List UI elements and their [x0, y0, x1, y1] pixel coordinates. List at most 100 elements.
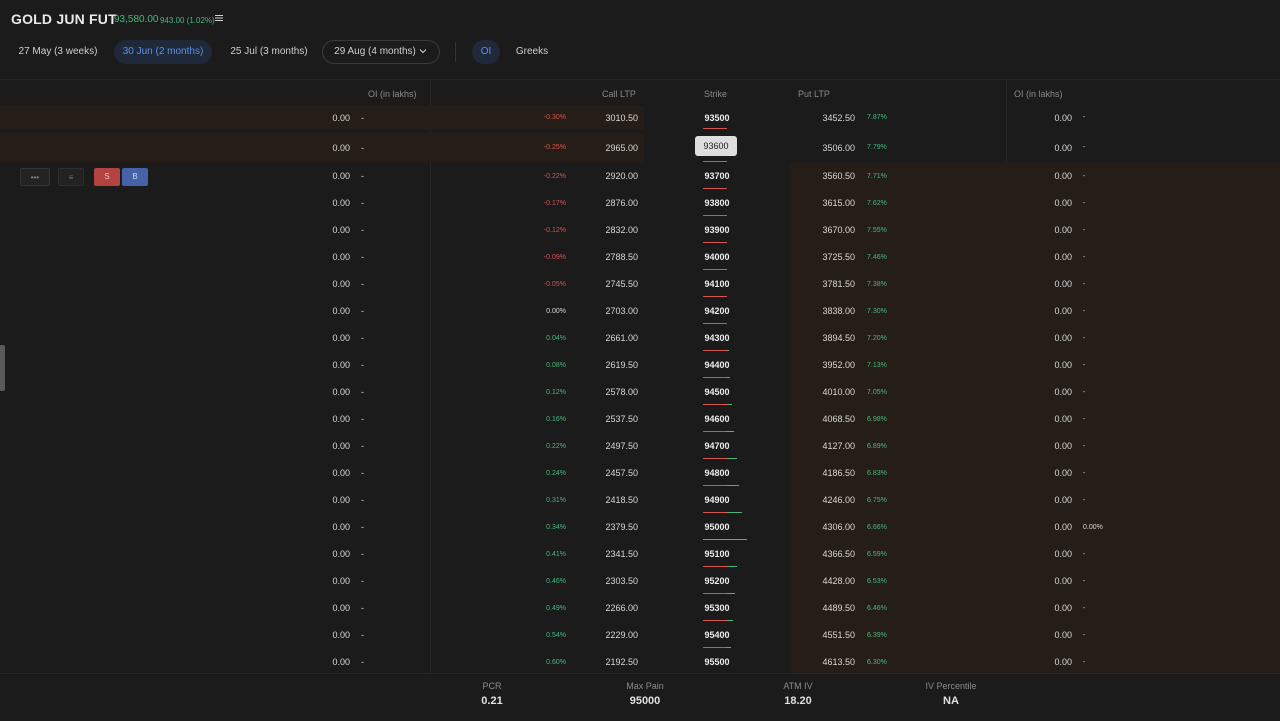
option-row[interactable]: 0.00 - 0.12% 2578.00 94500 4010.00 7.05% 0.00 - [0, 379, 1280, 406]
call-ltp[interactable]: 2457.50 [580, 460, 638, 487]
put-ltp[interactable]: 3615.00 [800, 190, 855, 217]
tab-oi[interactable]: OI [472, 40, 500, 64]
put-ltp[interactable]: 4127.00 [800, 433, 855, 460]
buy-button[interactable]: B [122, 168, 148, 186]
call-ltp[interactable]: 2303.50 [580, 568, 638, 595]
panel-resize-handle[interactable] [0, 345, 5, 391]
strike-price[interactable]: 94000 [690, 244, 744, 271]
put-ltp[interactable]: 3560.50 [800, 163, 855, 190]
put-ltp[interactable]: 4186.50 [800, 460, 855, 487]
strike-price[interactable]: 95400 [690, 622, 744, 649]
column-header-put-oi[interactable]: OI (in lakhs) [1014, 89, 1063, 99]
sell-button[interactable]: S [94, 168, 120, 186]
option-row[interactable]: 0.00 - 0.54% 2229.00 95400 4551.50 6.39% 0.00 - [0, 622, 1280, 649]
call-ltp[interactable]: 2788.50 [580, 244, 638, 271]
option-row[interactable]: 0.00 - 0.46% 2303.50 95200 4428.00 6.53% 0.00 - [0, 568, 1280, 595]
option-row[interactable]: 0.00 - -0.22% 2920.00 93700 3560.50 7.71% 0.00 - [0, 163, 1280, 190]
put-ltp[interactable]: 3725.50 [800, 244, 855, 271]
option-row[interactable]: 0.00 - 0.24% 2457.50 94800 4186.50 6.83% 0.00 - [0, 460, 1280, 487]
strike-price[interactable]: 93800 [690, 190, 744, 217]
expiry-tab-25-jul[interactable]: 25 Jul (3 months) [226, 40, 312, 64]
call-ltp[interactable]: 2192.50 [580, 649, 638, 676]
option-row[interactable]: 0.00 - 0.31% 2418.50 94900 4246.00 6.75% 0.00 - [0, 487, 1280, 514]
put-ltp[interactable]: 3838.00 [800, 298, 855, 325]
put-ltp[interactable]: 3894.50 [800, 325, 855, 352]
put-ltp[interactable]: 4306.00 [800, 514, 855, 541]
option-row[interactable]: 0.00 - -0.12% 2832.00 93900 3670.00 7.55% 0.00 - [0, 217, 1280, 244]
put-ltp[interactable]: 3952.00 [800, 352, 855, 379]
call-ltp[interactable]: 2619.50 [580, 352, 638, 379]
more-options-button[interactable]: ••• [20, 168, 50, 186]
strike-price[interactable]: 94500 [690, 379, 744, 406]
strike-price[interactable]: 95300 [690, 595, 744, 622]
instrument-title[interactable]: GOLD JUN FUT [11, 11, 117, 27]
column-header-strike[interactable]: Strike [704, 89, 727, 99]
put-ltp[interactable]: 3506.00 [800, 133, 855, 163]
column-header-call-oi[interactable]: OI (in lakhs) [368, 89, 417, 99]
option-row[interactable]: 0.00 - 0.04% 2661.00 94300 3894.50 7.20% 0.00 - [0, 325, 1280, 352]
option-row[interactable]: 0.00 - -0.05% 2745.50 94100 3781.50 7.38% 0.00 - [0, 271, 1280, 298]
option-row[interactable]: 0.00 - 0.22% 2497.50 94700 4127.00 6.89% 0.00 - [0, 433, 1280, 460]
put-ltp[interactable]: 3452.50 [800, 106, 855, 130]
put-ltp[interactable]: 3670.00 [800, 217, 855, 244]
call-ltp[interactable]: 2266.00 [580, 595, 638, 622]
strike-price[interactable]: 94700 [690, 433, 744, 460]
strike-price[interactable]: 94100 [690, 271, 744, 298]
call-ltp[interactable]: 2703.00 [580, 298, 638, 325]
strike-price[interactable]: 95500 [690, 649, 744, 676]
strike-price[interactable]: 95000 [690, 514, 744, 541]
call-ltp[interactable]: 2497.50 [580, 433, 638, 460]
strike-price[interactable]: 93900 [690, 217, 744, 244]
call-ltp[interactable]: 2379.50 [580, 514, 638, 541]
strike-price-selected[interactable]: 93600 [695, 136, 737, 156]
option-row[interactable]: 0.00 - 0.49% 2266.00 95300 4489.50 6.46% 0.00 - [0, 595, 1280, 622]
call-ltp[interactable]: 2745.50 [580, 271, 638, 298]
put-ltp[interactable]: 3781.50 [800, 271, 855, 298]
option-row[interactable]: 0.00 - -0.17% 2876.00 93800 3615.00 7.62% 0.00 - [0, 190, 1280, 217]
option-row[interactable]: 0.00 - -0.30% 3010.50 93500 3452.50 7.87% 0.00 - [0, 106, 1280, 130]
option-row[interactable]: 0.00 - -0.25% 2965.00 93600 3506.00 7.79% 0.00 - [0, 133, 1280, 163]
put-ltp[interactable]: 4246.00 [800, 487, 855, 514]
option-row[interactable]: 0.00 - 0.08% 2619.50 94400 3952.00 7.13% 0.00 - [0, 352, 1280, 379]
put-ltp[interactable]: 4010.00 [800, 379, 855, 406]
option-row[interactable]: 0.00 - 0.16% 2537.50 94600 4068.50 6.98% 0.00 - [0, 406, 1280, 433]
column-header-put-ltp[interactable]: Put LTP [798, 89, 830, 99]
strike-price[interactable]: 94900 [690, 487, 744, 514]
chart-button[interactable]: ≡ [58, 168, 84, 186]
strike-price[interactable]: 95100 [690, 541, 744, 568]
tab-greeks[interactable]: Greeks [510, 40, 554, 64]
strike-price[interactable]: 94800 [690, 460, 744, 487]
put-ltp[interactable]: 4489.50 [800, 595, 855, 622]
call-ltp[interactable]: 2418.50 [580, 487, 638, 514]
column-header-call-ltp[interactable]: Call LTP [602, 89, 636, 99]
call-ltp[interactable]: 2920.00 [580, 163, 638, 190]
call-ltp[interactable]: 2832.00 [580, 217, 638, 244]
call-ltp[interactable]: 2876.00 [580, 190, 638, 217]
call-ltp[interactable]: 2965.00 [580, 133, 638, 163]
call-ltp[interactable]: 3010.50 [580, 106, 638, 130]
put-ltp[interactable]: 4613.50 [800, 649, 855, 676]
strike-price[interactable]: 94400 [690, 352, 744, 379]
expiry-tab-27-may[interactable]: 27 May (3 weeks) [12, 40, 104, 64]
call-ltp[interactable]: 2341.50 [580, 541, 638, 568]
put-ltp[interactable]: 4366.50 [800, 541, 855, 568]
expiry-tab-30-jun[interactable]: 30 Jun (2 months) [114, 40, 212, 64]
call-ltp[interactable]: 2229.00 [580, 622, 638, 649]
strike-price[interactable]: 95200 [690, 568, 744, 595]
option-row[interactable]: 0.00 - 0.00% 2703.00 94200 3838.00 7.30% 0.00 - [0, 298, 1280, 325]
put-ltp[interactable]: 4428.00 [800, 568, 855, 595]
option-row[interactable]: 0.00 - -0.09% 2788.50 94000 3725.50 7.46% 0.00 - [0, 244, 1280, 271]
strike-price[interactable]: 94300 [690, 325, 744, 352]
strike-price[interactable]: 93500 [690, 106, 744, 130]
strike-price[interactable]: 94200 [690, 298, 744, 325]
strike-price[interactable]: 93700 [690, 163, 744, 190]
option-row[interactable]: 0.00 - 0.60% 2192.50 95500 4613.50 6.30% 0.00 - [0, 649, 1280, 676]
call-ltp[interactable]: 2661.00 [580, 325, 638, 352]
put-ltp[interactable]: 4551.50 [800, 622, 855, 649]
put-ltp[interactable]: 4068.50 [800, 406, 855, 433]
call-ltp[interactable]: 2578.00 [580, 379, 638, 406]
call-ltp[interactable]: 2537.50 [580, 406, 638, 433]
expiry-dropdown-29-aug[interactable]: 29 Aug (4 months) [322, 40, 440, 64]
strike-price[interactable]: 94600 [690, 406, 744, 433]
option-row[interactable]: 0.00 - 0.34% 2379.50 95000 4306.00 6.66% 0.00 0.… [0, 514, 1280, 541]
